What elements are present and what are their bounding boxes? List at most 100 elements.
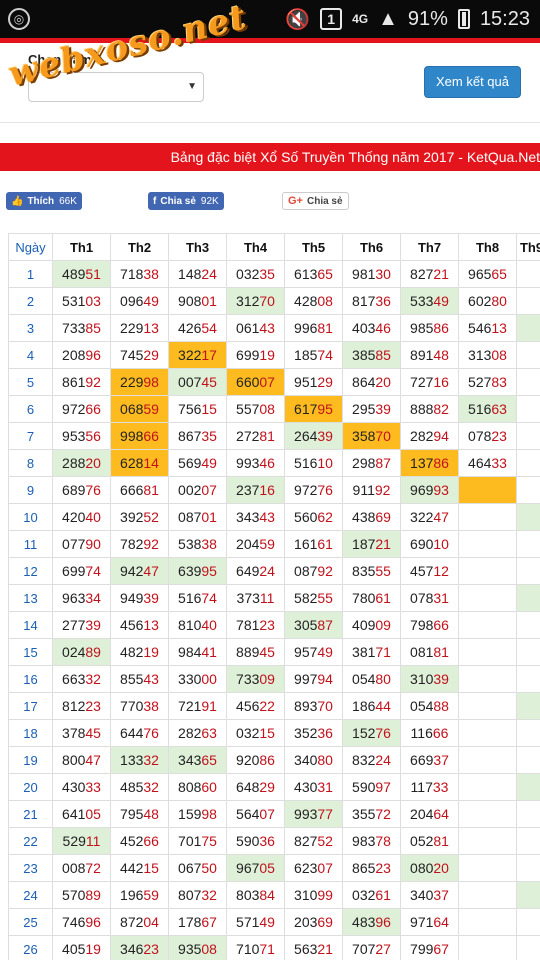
result-cell: 98441 <box>168 638 227 666</box>
table-row: 3 73385 22913 42654 06143 99681 40346 98586 5461… <box>8 314 540 342</box>
result-cell <box>458 692 517 720</box>
result-cell: 20464 <box>400 800 459 828</box>
result-cell <box>516 935 540 960</box>
result-cell: 07790 <box>52 530 111 558</box>
result-cell: 18644 <box>342 692 401 720</box>
result-cell: 99681 <box>284 314 343 342</box>
result-cell: 34037 <box>400 881 459 909</box>
day-cell: 20 <box>8 773 53 801</box>
result-cell: 07831 <box>400 584 459 612</box>
day-cell: 23 <box>8 854 53 882</box>
column-header-month: Th4 <box>226 233 285 261</box>
day-cell: 10 <box>8 503 53 531</box>
result-cell: 63995 <box>168 557 227 585</box>
result-cell: 91192 <box>342 476 401 504</box>
result-cell: 43033 <box>52 773 111 801</box>
result-cell: 83555 <box>342 557 401 585</box>
result-cell: 08701 <box>168 503 227 531</box>
facebook-icon: f <box>153 195 157 207</box>
result-cell: 11733 <box>400 773 459 801</box>
result-cell: 31039 <box>400 665 459 693</box>
result-cell: 34080 <box>284 746 343 774</box>
result-cell <box>516 314 540 342</box>
gplus-share-button[interactable]: G+ Chia sẻ <box>282 192 349 210</box>
result-cell: 74696 <box>52 908 111 936</box>
result-cell: 55708 <box>226 395 285 423</box>
column-header-month: Th5 <box>284 233 343 261</box>
result-cell: 07823 <box>458 422 517 450</box>
table-row: 23 00872 44215 06750 96705 62307 86523 08020 <box>8 854 540 882</box>
table-row: 24 57089 19659 80732 80384 31099 03261 34037 <box>8 881 540 909</box>
result-cell: 20369 <box>284 908 343 936</box>
result-cell: 86420 <box>342 368 401 396</box>
result-cell: 77038 <box>110 692 169 720</box>
result-cell <box>458 773 517 801</box>
result-cell: 78123 <box>226 611 285 639</box>
day-cell: 4 <box>8 341 53 369</box>
result-cell: 62814 <box>110 449 169 477</box>
result-cell: 86192 <box>52 368 111 396</box>
result-cell: 29539 <box>342 395 401 423</box>
thumbs-up-icon: 👍 <box>11 195 24 207</box>
day-cell: 18 <box>8 719 53 747</box>
result-cell: 44215 <box>110 854 169 882</box>
result-cell <box>458 665 517 693</box>
result-cell: 28294 <box>400 422 459 450</box>
view-results-button[interactable]: Xem kết quả <box>424 66 521 98</box>
result-cell: 09649 <box>110 287 169 315</box>
result-cell: 40909 <box>342 611 401 639</box>
result-cell: 72716 <box>400 368 459 396</box>
result-cell: 26439 <box>284 422 343 450</box>
result-cell: 56949 <box>168 449 227 477</box>
result-cell: 38585 <box>342 341 401 369</box>
page-title-banner: Bảng đặc biệt Xổ Số Truyền Thống năm 201… <box>0 143 540 171</box>
table-row: 11 07790 78292 53838 20459 16161 18721 69010 <box>8 530 540 558</box>
result-cell: 83224 <box>342 746 401 774</box>
result-cell <box>516 422 540 450</box>
day-cell: 9 <box>8 476 53 504</box>
result-cell <box>458 908 517 936</box>
sim-icon: 1 <box>320 8 343 30</box>
result-cell: 87204 <box>110 908 169 936</box>
result-cell: 64105 <box>52 800 111 828</box>
table-row: 25 74696 87204 17867 57149 20369 48396 97164 <box>8 908 540 936</box>
result-cell: 02489 <box>52 638 111 666</box>
result-cell: 18574 <box>284 341 343 369</box>
mute-icon: 🔇 <box>285 8 311 31</box>
facebook-share-button[interactable]: f Chia sẻ 92K <box>148 192 224 210</box>
result-cell: 05281 <box>400 827 459 855</box>
result-cell: 52911 <box>52 827 111 855</box>
day-cell: 14 <box>8 611 53 639</box>
result-cell <box>458 530 517 558</box>
signal-icon: ▲ <box>378 7 398 30</box>
result-cell: 75615 <box>168 395 227 423</box>
day-cell: 12 <box>8 557 53 585</box>
result-cell: 08792 <box>284 557 343 585</box>
result-cell <box>516 800 540 828</box>
result-cell <box>516 773 540 801</box>
result-cell: 89370 <box>284 692 343 720</box>
result-cell <box>458 611 517 639</box>
table-row: 21 64105 79548 15998 56407 99377 35572 20464 <box>8 800 540 828</box>
result-cell: 81223 <box>52 692 111 720</box>
result-cell <box>516 908 540 936</box>
result-cell: 69919 <box>226 341 285 369</box>
results-table-container[interactable]: NgàyTh1Th2Th3Th4Th5Th6Th7Th8Th9 14895171… <box>8 233 540 960</box>
result-cell: 71071 <box>226 935 285 960</box>
result-cell: 58255 <box>284 584 343 612</box>
table-row: 15 02489 48219 98441 88945 95749 38171 08181 <box>8 638 540 666</box>
day-cell: 24 <box>8 881 53 909</box>
battery-icon <box>457 9 470 29</box>
result-cell: 90801 <box>168 287 227 315</box>
result-cell: 03235 <box>226 260 285 288</box>
table-row: 4 20896 74529 32217 69919 18574 38585 89148 3130… <box>8 341 540 369</box>
result-cell: 45613 <box>110 611 169 639</box>
result-cell: 29887 <box>342 449 401 477</box>
column-header-month: Th9 <box>516 233 540 261</box>
result-cell: 78061 <box>342 584 401 612</box>
table-row: 13 96334 94939 51674 37311 58255 78061 07831 <box>8 584 540 612</box>
day-cell: 13 <box>8 584 53 612</box>
result-cell: 40519 <box>52 935 111 960</box>
facebook-like-button[interactable]: 👍 Thích 66K <box>6 192 82 210</box>
result-cell: 99794 <box>284 665 343 693</box>
